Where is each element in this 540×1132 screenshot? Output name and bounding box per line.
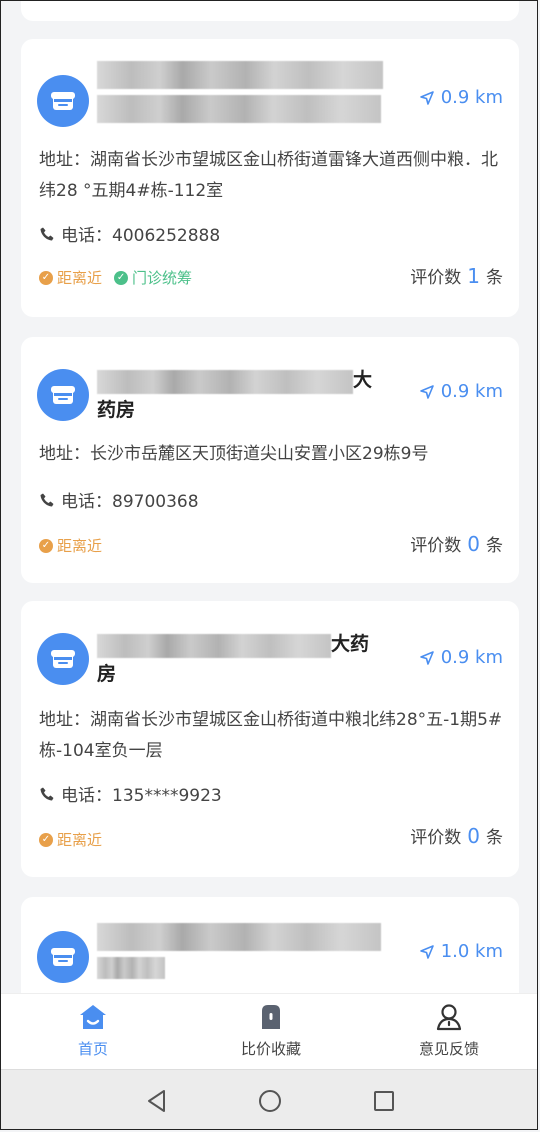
check-icon: ✓ [39, 538, 53, 553]
store-name [97, 923, 419, 979]
store-icon [37, 75, 89, 127]
store-address: 地址：湖南省长沙市望城区金山桥街道中粮北纬28°五-1期5#栋-104室负一层 [39, 710, 503, 761]
tab-favorites[interactable]: 比价收藏 [211, 1002, 331, 1059]
near-tag-label: 距离近 [57, 537, 103, 555]
store-name-text: 大 [353, 369, 373, 391]
bookmark-icon [262, 1005, 280, 1029]
near-tag: ✓ 距离近 [39, 535, 102, 556]
pharmacy-card-partial[interactable] [21, 1, 519, 21]
store-name-text: 房 [97, 663, 117, 685]
rating-count: 评价数 0 条 [410, 823, 503, 848]
rating-unit: 条 [486, 536, 503, 556]
near-tag-label: 距离近 [57, 269, 103, 287]
back-icon[interactable] [144, 1088, 170, 1114]
clinic-tag: ✓ 门诊统筹 [114, 267, 192, 288]
distance: 1.0 km [419, 941, 503, 962]
phone-text: 电话：4006252888 [61, 226, 221, 246]
phone-screen: 0.9 km 地址：湖南省长沙市望城区金山桥街道雷锋大道西侧中粮．北纬28 °五… [0, 0, 538, 1130]
distance: 0.9 km [419, 647, 503, 668]
store-icon [37, 369, 89, 421]
tab-home-label: 首页 [77, 1040, 108, 1058]
clinic-tag-label: 门诊统筹 [132, 269, 193, 287]
rating-count: 评价数 1 条 [410, 263, 503, 288]
phone-icon [40, 227, 54, 240]
distance-text: 1.0 km [440, 941, 503, 962]
phone-text: 电话：89700368 [61, 492, 199, 512]
redacted-name [97, 957, 165, 979]
store-tags: ✓ 距离近 ✓ 门诊统筹 [39, 267, 192, 288]
store-phone[interactable]: 电话：89700368 [39, 487, 199, 512]
near-tag: ✓ 距离近 [39, 829, 102, 850]
check-icon: ✓ [114, 270, 129, 285]
pharmacy-card[interactable]: 1.0 km [21, 897, 519, 993]
tab-feedback[interactable]: 意见反馈 [389, 1002, 509, 1059]
redacted-name [97, 369, 353, 394]
pharmacy-card[interactable]: 大药 房 0.9 km 地址：湖南省长沙市望城区金山桥街道中粮北纬28°五-1期… [21, 601, 519, 877]
rating-label: 评价数 [410, 828, 462, 848]
system-nav-bar [1, 1069, 537, 1129]
store-tags: ✓ 距离近 [39, 829, 102, 850]
pharmacy-card[interactable]: 0.9 km 地址：湖南省长沙市望城区金山桥街道雷锋大道西侧中粮．北纬28 °五… [21, 39, 519, 317]
rating-label: 评价数 [410, 536, 462, 556]
rating-unit: 条 [486, 268, 503, 288]
distance: 0.9 km [419, 381, 503, 402]
store-address: 地址：长沙市岳麓区天顶街道尖山安置小区29栋9号 [39, 444, 429, 464]
rating-number: 0 [467, 532, 480, 556]
distance: 0.9 km [419, 87, 503, 108]
pharmacy-list[interactable]: 0.9 km 地址：湖南省长沙市望城区金山桥街道雷锋大道西侧中粮．北纬28 °五… [1, 1, 537, 993]
tab-favorites-label: 比价收藏 [240, 1040, 301, 1058]
redacted-name [97, 923, 381, 951]
rating-label: 评价数 [410, 268, 462, 288]
store-name: 大药 房 [97, 629, 419, 689]
rating-number: 0 [467, 824, 480, 848]
store-name: 大 药房 [97, 365, 419, 425]
rating-unit: 条 [486, 828, 503, 848]
bottom-tab-bar: 首页 比价收藏 意见反馈 [1, 993, 537, 1070]
check-icon: ✓ [39, 270, 53, 285]
phone-text: 电话：135****9923 [61, 786, 222, 806]
redacted-name [97, 633, 331, 658]
store-tags: ✓ 距离近 [39, 535, 102, 556]
home-icon [80, 1005, 106, 1029]
tab-home[interactable]: 首页 [33, 1002, 153, 1059]
near-tag-label: 距离近 [57, 831, 103, 849]
store-name [97, 61, 419, 123]
store-phone[interactable]: 电话：135****9923 [39, 781, 222, 806]
redacted-name [97, 61, 383, 89]
phone-icon [40, 493, 54, 506]
store-icon [37, 931, 89, 983]
person-feedback-icon [436, 1004, 462, 1031]
pharmacy-card[interactable]: 大 药房 0.9 km 地址：长沙市岳麓区天顶街道尖山安置小区29栋9号 电话：… [21, 337, 519, 583]
near-tag: ✓ 距离近 [39, 267, 102, 288]
redacted-name [97, 95, 381, 123]
distance-text: 0.9 km [440, 381, 503, 402]
store-icon [37, 633, 89, 685]
distance-text: 0.9 km [440, 647, 503, 668]
distance-text: 0.9 km [440, 87, 503, 108]
tab-feedback-label: 意见反馈 [418, 1040, 479, 1058]
store-name-text: 药房 [97, 399, 136, 421]
store-name-text: 大药 [331, 633, 370, 655]
check-icon: ✓ [39, 832, 53, 847]
rating-number: 1 [467, 264, 480, 288]
store-address: 地址：湖南省长沙市望城区金山桥街道雷锋大道西侧中粮．北纬28 °五期4#栋-11… [39, 150, 498, 201]
recent-apps-icon[interactable] [371, 1088, 397, 1114]
phone-icon [40, 787, 54, 800]
home-circle-icon[interactable] [257, 1088, 283, 1114]
rating-count: 评价数 0 条 [410, 531, 503, 556]
store-phone[interactable]: 电话：4006252888 [39, 221, 220, 246]
